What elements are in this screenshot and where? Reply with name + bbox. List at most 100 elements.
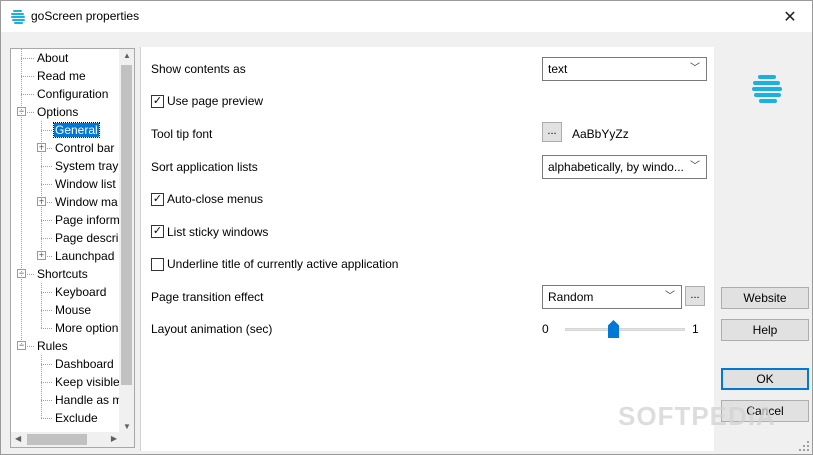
tree-connector-line — [41, 292, 52, 293]
tree-vertical-scroll-thumb[interactable] — [121, 65, 132, 385]
help-button[interactable]: Help — [721, 319, 809, 341]
tree-item-about[interactable]: About — [36, 49, 69, 67]
tree-item-label: Control bar — [55, 141, 115, 155]
tree-item-page-inform[interactable]: Page inform — [54, 211, 121, 229]
animation-slider-thumb[interactable] — [608, 320, 619, 338]
tree-item-label: Keep visible — [55, 375, 120, 389]
window-title: goScreen properties — [31, 9, 140, 23]
tree-item-label: Configuration — [37, 87, 109, 101]
tree-item-window-list[interactable]: Window list — [54, 175, 117, 193]
tree-item-window-ma[interactable]: Window ma — [54, 193, 119, 211]
chevron-down-icon: ﹀ — [690, 161, 700, 172]
tree-item-general[interactable]: General — [53, 121, 100, 139]
tree-item-label: About — [37, 51, 69, 65]
chevron-down-icon: ﹀ — [690, 63, 700, 74]
show-contents-label: Show contents as — [151, 62, 246, 76]
tree-guide-line — [41, 121, 42, 256]
close-icon: ✕ — [783, 8, 797, 26]
tree-horizontal-scroll-thumb[interactable] — [27, 434, 87, 445]
tree-connector-line — [41, 418, 52, 419]
goscreen-logo-icon — [11, 10, 25, 24]
use-page-preview-checkbox[interactable]: ✓ — [151, 95, 164, 108]
animation-slider-track[interactable] — [565, 328, 685, 331]
tree-item-system-tray[interactable]: System tray — [54, 157, 119, 175]
tree-item-dashboard[interactable]: Dashboard — [54, 355, 115, 373]
tree-item-label: Page inform — [55, 213, 120, 227]
tree-item-read-me[interactable]: Read me — [36, 67, 87, 85]
scroll-up-icon[interactable]: ▲ — [123, 51, 131, 60]
tooltip-font-label: Tool tip font — [151, 127, 213, 141]
underline-active-checkbox[interactable] — [151, 258, 164, 271]
scrollbar-corner — [119, 432, 134, 447]
tree-connector-line — [41, 184, 52, 185]
tree-connector-line — [41, 328, 52, 329]
tree-item-keyboard[interactable]: Keyboard — [54, 283, 107, 301]
tree-item-label: Read me — [37, 69, 86, 83]
tooltip-font-button[interactable]: ... — [542, 122, 562, 142]
ok-button[interactable]: OK — [721, 368, 809, 390]
tree-connector-line — [41, 166, 52, 167]
scroll-right-icon[interactable]: ▶ — [111, 434, 117, 443]
tree-item-label: Mouse — [55, 303, 92, 317]
sort-lists-select[interactable]: alphabetically, by windo... ﹀ — [542, 155, 707, 179]
tree-item-label: Page descrip — [55, 231, 126, 245]
underline-active-label: Underline title of currently active appl… — [167, 257, 399, 271]
tree-item-options[interactable]: Options — [36, 103, 79, 121]
tree-item-label: Window list — [55, 177, 116, 191]
tree-connector-line — [21, 76, 34, 77]
transition-label: Page transition effect — [151, 290, 264, 304]
animation-label: Layout animation (sec) — [151, 322, 273, 336]
softpedia-watermark: SOFTPEDIA — [618, 401, 776, 431]
tree-connector-line — [41, 220, 52, 221]
tree-item-exclude[interactable]: Exclude — [54, 409, 99, 427]
tree-connector-line — [41, 364, 52, 365]
transition-select[interactable]: Random ﹀ — [542, 285, 682, 309]
tree-item-mouse[interactable]: Mouse — [54, 301, 92, 319]
tree-item-configuration[interactable]: Configuration — [36, 85, 109, 103]
tree-item-label: Keyboard — [55, 285, 107, 299]
tree-item-label: Dashboard — [55, 357, 114, 371]
tree-item-control-bar[interactable]: Control bar — [54, 139, 115, 157]
transition-value: Random — [548, 290, 594, 304]
tree-item-label: Handle as m — [55, 393, 123, 407]
tree-connector-line — [21, 94, 34, 95]
tree-item-label: Window ma — [55, 195, 118, 209]
tree-item-page-descrip[interactable]: Page descrip — [54, 229, 126, 247]
auto-close-checkbox[interactable]: ✓ — [151, 193, 164, 206]
tree-item-rules[interactable]: Rules — [36, 337, 69, 355]
properties-window: goScreen properties ✕ About Read me Config… — [0, 0, 813, 455]
tree-item-label: Options — [37, 105, 79, 119]
use-page-preview-label: Use page preview — [167, 94, 264, 108]
tree-item-launchpad[interactable]: Launchpad — [54, 247, 115, 265]
tree-item-label: Rules — [37, 339, 68, 353]
tree-item-label: General — [53, 122, 100, 138]
tree-item-keep-visible[interactable]: Keep visible — [54, 373, 121, 391]
tree-horizontal-scrollbar[interactable]: ◀ ▶ — [11, 432, 121, 447]
auto-close-label: Auto-close menus — [167, 192, 264, 206]
show-contents-select[interactable]: text ﹀ — [542, 57, 707, 81]
tree-guide-line — [21, 49, 22, 346]
tree-item-label: Exclude — [55, 411, 98, 425]
show-contents-value: text — [548, 62, 568, 76]
tree-connector-line — [21, 58, 34, 59]
tree-connector-line — [41, 130, 52, 131]
tooltip-font-sample: AaBbYyZz — [572, 127, 629, 141]
options-tree[interactable]: About Read me Configuration − Options General… — [10, 48, 135, 448]
scroll-down-icon[interactable]: ▼ — [123, 422, 131, 431]
tree-guide-line — [41, 355, 42, 418]
chevron-down-icon: ﹀ — [665, 291, 675, 302]
close-button[interactable]: ✕ — [768, 1, 812, 32]
tree-item-label: System tray — [55, 159, 119, 173]
resize-grip-icon[interactable] — [799, 441, 809, 451]
scroll-left-icon[interactable]: ◀ — [15, 434, 21, 443]
tree-vertical-scrollbar[interactable]: ▲ ▼ — [119, 49, 134, 433]
transition-more-button[interactable]: ... — [685, 286, 705, 306]
tree-connector-line — [41, 400, 52, 401]
tree-item-more-option[interactable]: More option — [54, 319, 119, 337]
tree-item-shortcuts[interactable]: Shortcuts — [36, 265, 89, 283]
sticky-windows-checkbox[interactable]: ✓ — [151, 225, 164, 238]
animation-max-label: 1 — [692, 322, 699, 336]
tree-item-handle-as-m[interactable]: Handle as m — [54, 391, 123, 409]
tree-connector-line — [41, 238, 52, 239]
website-button[interactable]: Website — [721, 287, 809, 309]
